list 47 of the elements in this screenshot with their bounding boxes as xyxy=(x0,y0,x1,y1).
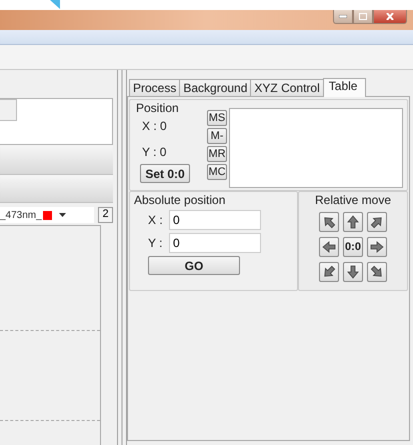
memory-button[interactable]: M- xyxy=(207,128,227,144)
x-reading: X : 0 xyxy=(142,119,168,133)
triangle-icon xyxy=(50,0,60,9)
move-button[interactable] xyxy=(319,237,339,257)
channel-dropdown[interactable]: _473nm_ xyxy=(0,207,94,223)
move-button[interactable] xyxy=(343,262,363,282)
memory-button[interactable]: MS xyxy=(207,110,227,126)
channel-name: _473nm_ xyxy=(0,210,42,220)
move-button[interactable] xyxy=(319,212,339,232)
move-button[interactable] xyxy=(319,262,339,282)
channel-number: 2 xyxy=(98,207,113,223)
caret-icon xyxy=(58,213,66,217)
go-button[interactable]: GO xyxy=(148,256,240,275)
y-reading: Y : 0 xyxy=(142,145,168,159)
maximize-button[interactable] xyxy=(353,10,373,24)
move-button[interactable] xyxy=(367,212,387,232)
minimize-button[interactable] xyxy=(333,10,353,24)
maximize-icon xyxy=(359,13,367,20)
center-button[interactable]: 0:0 xyxy=(343,237,363,257)
arrow-icon xyxy=(322,265,336,279)
arrow-icon xyxy=(370,215,384,229)
arrow-icon xyxy=(322,240,336,254)
field-label: X : xyxy=(148,213,164,227)
move-button[interactable] xyxy=(367,237,387,257)
memory-button[interactable]: MC xyxy=(207,164,227,180)
memory-button[interactable]: MR xyxy=(207,146,227,162)
tab[interactable]: Process xyxy=(129,79,180,96)
move-button[interactable] xyxy=(343,212,363,232)
input-field[interactable]: 0 xyxy=(169,210,261,230)
tab[interactable]: Background xyxy=(179,79,252,96)
arrow-icon xyxy=(370,240,384,254)
group-title: Position xyxy=(136,102,180,115)
group-title: Relative move xyxy=(314,194,392,207)
close-button[interactable] xyxy=(373,10,407,24)
tab[interactable]: XYZ Control xyxy=(250,79,324,96)
arrow-icon xyxy=(346,215,360,229)
arrow-icon xyxy=(322,215,336,229)
field-label: Y : xyxy=(148,236,164,250)
close-icon xyxy=(386,13,394,20)
group-title: Absolute position xyxy=(134,194,226,207)
input-field[interactable]: 0 xyxy=(169,233,261,253)
tab[interactable]: Table xyxy=(322,78,366,97)
arrow-icon xyxy=(370,265,384,279)
minimize-icon xyxy=(339,15,347,18)
move-button[interactable] xyxy=(367,262,387,282)
set-button[interactable]: Set 0:0 xyxy=(140,164,190,183)
arrow-icon xyxy=(346,265,360,279)
